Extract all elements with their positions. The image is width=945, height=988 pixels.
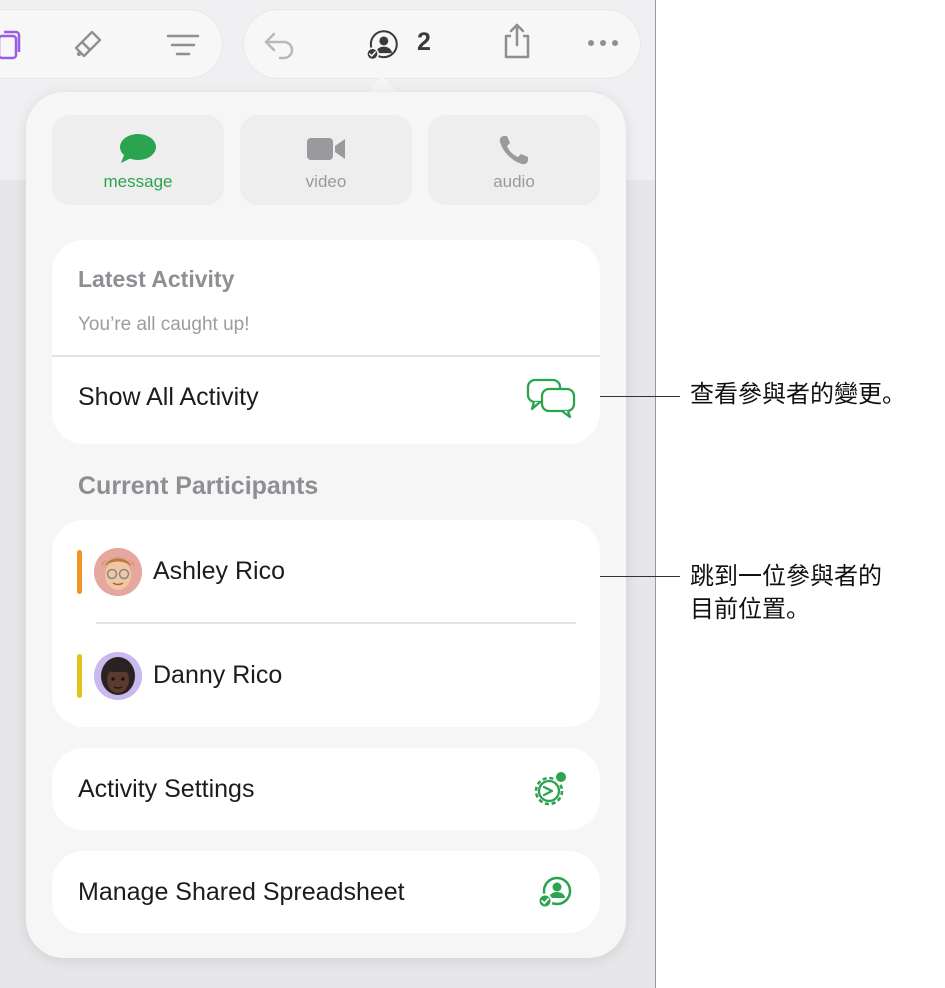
video-button[interactable]: video [240,115,412,205]
avatar [94,548,142,596]
message-icon [52,133,224,165]
undo-icon[interactable] [262,28,296,62]
participant-color-bar [77,550,82,594]
participant-row-ashley[interactable]: Ashley Rico [52,520,600,624]
collaboration-icon[interactable] [366,28,400,62]
activity-settings-icon [528,768,572,817]
participant-callout-line1: 跳到一位參與者的 [690,562,882,590]
show-all-activity-label: Show All Activity [78,383,259,411]
share-icon[interactable] [500,23,534,59]
activity-status: You’re all caught up! [78,314,250,335]
manage-share-icon [537,875,574,916]
participants-card: Ashley Rico Danny Rico [52,520,600,727]
callout-line [600,576,680,577]
phone-icon [428,133,600,165]
latest-activity-title: Latest Activity [78,266,235,292]
toolbar-left-group [0,10,222,78]
manage-shared-spreadsheet-label: Manage Shared Spreadsheet [78,878,405,906]
participant-color-bar [77,654,82,698]
message-label: message [103,172,173,191]
participant-callout: 跳到一位參與者的 目前位置。 [690,560,882,626]
toolbar-right-group [244,10,640,78]
participant-name: Danny Rico [153,661,283,689]
participant-callout-line2: 目前位置。 [690,595,810,623]
show-all-activity-row[interactable]: Show All Activity [52,357,600,444]
activity-callout: 查看參與者的變更。 [690,380,906,408]
paintbrush-icon[interactable] [70,28,104,62]
copy-icon[interactable] [0,28,28,62]
avatar [94,652,142,700]
message-button[interactable]: message [52,115,224,205]
audio-label: audio [493,172,535,191]
participant-count[interactable]: 2 [417,28,431,57]
current-participants-header: Current Participants [78,472,319,500]
callout-line [600,396,680,397]
manage-shared-spreadsheet-row[interactable]: Manage Shared Spreadsheet [52,851,600,933]
participant-name: Ashley Rico [153,557,285,585]
more-icon[interactable] [586,26,620,60]
activity-chat-icon [526,377,578,424]
activity-card: Latest Activity You’re all caught up! Sh… [52,240,600,444]
video-label: video [305,172,347,191]
participant-row-danny[interactable]: Danny Rico [52,624,600,727]
video-icon [240,133,412,165]
format-icon[interactable] [166,28,200,62]
activity-settings-label: Activity Settings [78,775,255,803]
activity-settings-row[interactable]: Activity Settings [52,748,600,830]
audio-button[interactable]: audio [428,115,600,205]
